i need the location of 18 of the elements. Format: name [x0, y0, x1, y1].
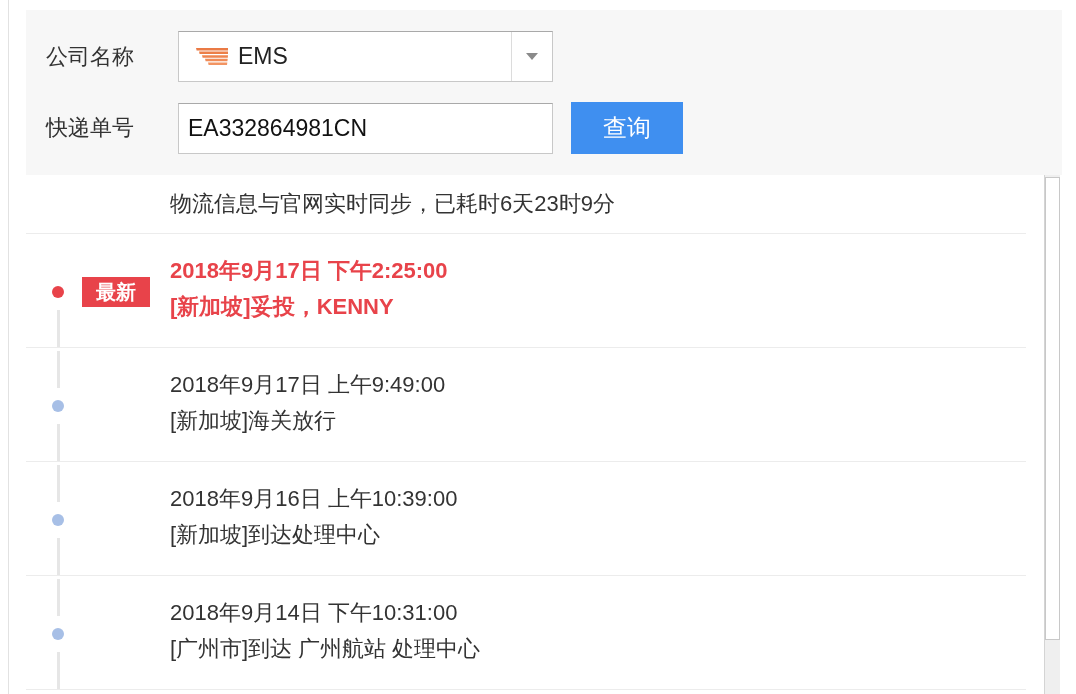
event-description: [新加坡]妥投，KENNY — [170, 293, 395, 321]
tracking-number-field[interactable]: EA332864981CN — [178, 102, 553, 154]
event-description: [新加坡]到达处理中心 — [170, 521, 382, 549]
company-select[interactable]: EMS — [178, 31, 553, 82]
event-time: 2018年9月17日 下午2:25:00 — [170, 257, 448, 285]
event-time: 2018年9月16日 上午10:39:00 — [170, 485, 458, 513]
caret-icon — [526, 53, 538, 60]
scrollbar-thumb[interactable] — [1045, 177, 1060, 640]
field-label: 快递单号 — [46, 114, 135, 142]
scrollbar[interactable] — [1044, 175, 1060, 694]
event-time: 2018年9月14日 下午10:31:00 — [170, 599, 459, 627]
stripes-logo-icon — [196, 48, 228, 65]
latest-badge: 最新 — [82, 277, 150, 307]
event-time: 2018年9月17日 上午9:49:00 — [170, 371, 446, 399]
event-description: [新加坡]海关放行 — [170, 407, 338, 435]
sync-note: 物流信息与官网实时同步，已耗时6天23时9分 — [170, 190, 615, 218]
field-label: 公司名称 — [46, 42, 135, 71]
event-description: [广州市]到达 广州航站 处理中心 — [170, 635, 481, 663]
